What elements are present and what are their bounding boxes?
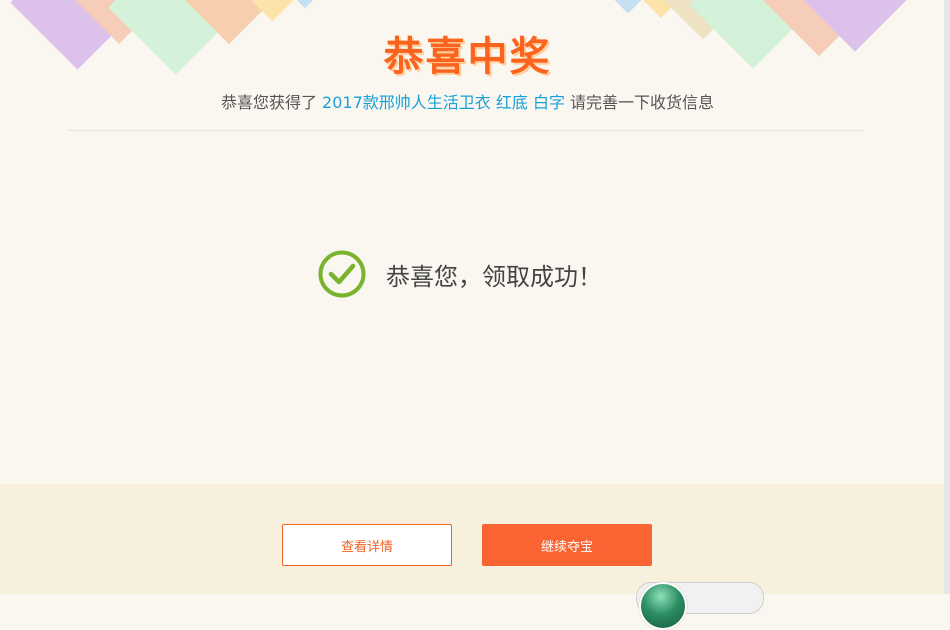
view-details-button[interactable]: 查看详情 [282, 524, 452, 566]
floating-widget[interactable] [636, 582, 764, 630]
success-text: 恭喜您，领取成功！ [386, 262, 602, 291]
action-footer: 查看详情 继续夺宝 [0, 484, 944, 594]
header-divider [68, 130, 864, 131]
prize-name: 2017款邢帅人生活卫衣 红底 白字 [322, 93, 565, 112]
floating-ball-icon[interactable] [639, 582, 687, 630]
header: 恭喜中奖 恭喜您获得了 2017款邢帅人生活卫衣 红底 白字 请完善一下收货信息 [0, 0, 950, 131]
prize-subtitle: 恭喜您获得了 2017款邢帅人生活卫衣 红底 白字 请完善一下收货信息 [0, 89, 935, 113]
subtitle-suffix: 请完善一下收货信息 [570, 93, 715, 112]
subtitle-prefix: 恭喜您获得了 [220, 93, 317, 112]
check-circle-icon [318, 250, 366, 298]
page-title: 恭喜中奖 [383, 34, 552, 80]
success-message: 恭喜您，领取成功！ [318, 248, 602, 300]
continue-treasure-button[interactable]: 继续夺宝 [482, 524, 652, 566]
